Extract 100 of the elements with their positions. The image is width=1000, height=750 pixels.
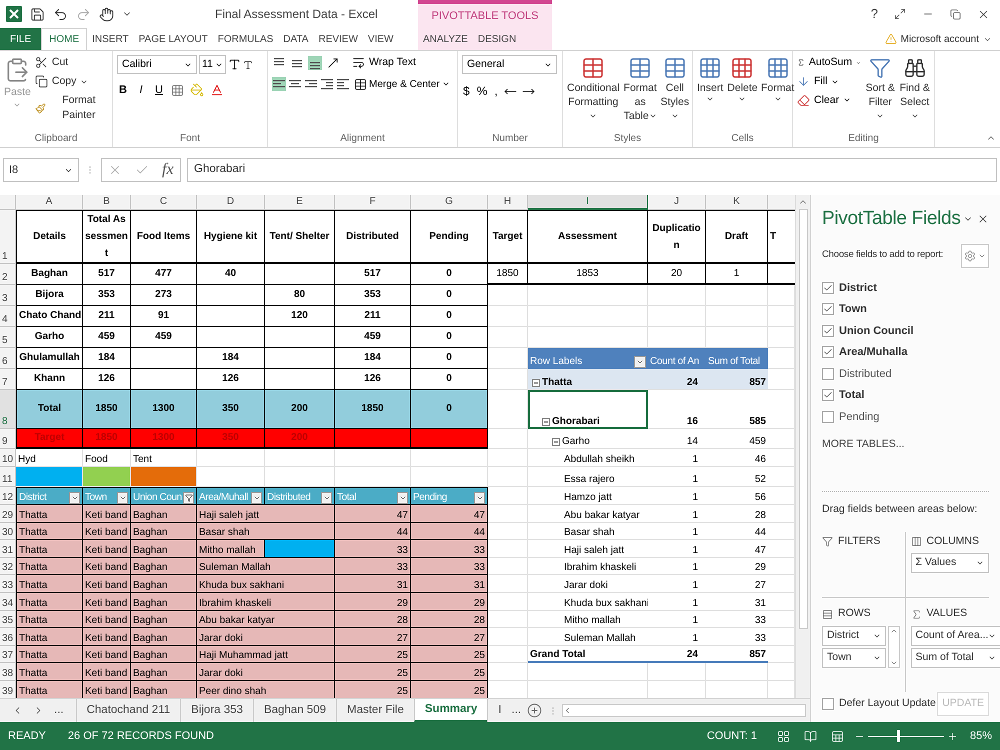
column-heading: Hygiene kit	[197, 210, 265, 264]
field-chip[interactable]: Σ Values	[910, 553, 989, 574]
ribbon-button[interactable]: Sort & Filter	[865, 55, 896, 123]
name-box[interactable]: I8	[3, 158, 79, 182]
field-label[interactable]: Total	[839, 387, 864, 404]
row-number[interactable]: 30	[0, 522, 16, 540]
row-number[interactable]: 11	[0, 467, 16, 487]
field-chip[interactable]: Count of Area...	[910, 626, 1000, 646]
number-format-field[interactable]: General	[462, 55, 557, 74]
column-letter[interactable]: G	[411, 195, 488, 210]
format-painter-button[interactable]: Format Painter	[34, 92, 108, 124]
row-number[interactable]: 2	[0, 264, 16, 285]
account-name[interactable]: Microsoft account	[900, 32, 979, 46]
table-cell: Thatta	[16, 663, 83, 681]
ribbon-tab[interactable]: VIEW	[362, 28, 398, 50]
ribbon-tab[interactable]: FORMULAS	[212, 28, 278, 50]
help-button[interactable]: ?	[870, 4, 878, 24]
cut-button[interactable]: Cut	[34, 55, 108, 71]
clear-button[interactable]: Clear	[797, 92, 861, 108]
autosum-button[interactable]: AutoSum	[797, 55, 861, 71]
ribbon-button[interactable]: Cell Styles	[660, 55, 689, 123]
number-style-button[interactable]: ,	[493, 82, 499, 100]
ribbon-button[interactable]: Delete	[727, 55, 758, 103]
field-chip[interactable]: Sum of Total	[910, 648, 1000, 668]
zoom-level[interactable]: 85%	[970, 728, 992, 744]
field-label[interactable]: Union Council	[839, 322, 914, 339]
field-label[interactable]: District	[839, 280, 877, 296]
copy-button[interactable]: Copy	[34, 74, 108, 90]
row-number[interactable]: 10	[0, 449, 16, 467]
ribbon-button[interactable]: Find & Select	[900, 55, 930, 123]
more-tables-link[interactable]: MORE TABLES...	[822, 437, 989, 453]
pivot-row-label: Haji saleh jatt	[564, 544, 624, 557]
column-letter[interactable]: I	[528, 195, 648, 210]
field-label[interactable]: Distributed	[839, 366, 892, 382]
table-cell: 0	[411, 390, 488, 429]
pivot-header: Count of An	[648, 348, 706, 369]
row-number[interactable]: 9	[0, 429, 16, 449]
row-number[interactable]: 39	[0, 680, 16, 698]
number-style-button[interactable]: $	[462, 82, 471, 100]
row-number[interactable]: 29	[0, 505, 16, 523]
more-sheets-button[interactable]: ...	[512, 699, 528, 722]
row-number[interactable]: 37	[0, 646, 16, 664]
column-letter[interactable]: K	[706, 195, 768, 210]
row-number[interactable]: 38	[0, 663, 16, 681]
row-number[interactable]: 35	[0, 610, 16, 628]
number-style-button[interactable]: %	[476, 82, 488, 100]
row-number[interactable]: 36	[0, 628, 16, 646]
ribbon-tab[interactable]: DATA	[278, 28, 314, 50]
field-chip[interactable]: District	[822, 626, 886, 646]
field-label[interactable]: Pending	[839, 408, 880, 425]
row-number[interactable]: 33	[0, 575, 16, 593]
column-letter[interactable]: J	[648, 195, 706, 210]
ribbon-tab[interactable]: FILE	[0, 28, 42, 50]
ribbon-tab[interactable]: ANALYZE	[418, 28, 473, 50]
underline-button[interactable]: U	[153, 82, 165, 98]
sheet-tab[interactable]: Summary	[414, 699, 488, 722]
ribbon-tab[interactable]: DESIGN	[472, 28, 522, 50]
insert-function-button[interactable]: fx	[162, 158, 174, 182]
ribbon-button[interactable]: Format as Table	[624, 55, 657, 123]
field-chip[interactable]: Town	[822, 648, 886, 668]
wrap-text-button[interactable]: Wrap Text	[352, 55, 416, 71]
row-number[interactable]: 4	[0, 306, 16, 327]
row-number[interactable]: 12	[0, 487, 16, 505]
pivot-row-label: Ibrahim khaskeli	[564, 562, 636, 574]
row-number[interactable]: 32	[0, 558, 16, 576]
table-cell: 0	[411, 348, 488, 369]
row-number[interactable]: 34	[0, 592, 16, 611]
column-letter[interactable]: D	[197, 195, 265, 210]
merge-center-button[interactable]: Merge & Center	[354, 76, 450, 92]
row-number[interactable]: 31	[0, 540, 16, 558]
fill-button[interactable]: Fill	[797, 74, 861, 90]
column-letter[interactable]: E	[265, 195, 335, 210]
row-number[interactable]: 1	[0, 210, 16, 264]
ribbon-tab[interactable]: PAGE LAYOUT	[134, 28, 213, 50]
bold-button[interactable]: B	[117, 82, 129, 98]
italic-button[interactable]: I	[135, 82, 147, 98]
font-size-field[interactable]: 11	[199, 55, 226, 74]
font-name-field[interactable]: Calibri	[117, 55, 197, 74]
field-label[interactable]: Town	[839, 301, 867, 318]
update-button: UPDATE	[937, 692, 989, 716]
ribbon-tab[interactable]: INSERT	[87, 28, 134, 50]
formula-field[interactable]: Ghorabari	[187, 158, 997, 182]
more-sheets-button[interactable]: ...	[54, 702, 64, 720]
row-number[interactable]: 7	[0, 369, 16, 390]
ribbon-tab[interactable]: REVIEW	[313, 28, 363, 50]
column-letter[interactable]: A	[16, 195, 83, 210]
column-letter[interactable]: F	[335, 195, 411, 210]
row-number[interactable]: 8	[0, 390, 16, 429]
field-label[interactable]: Area/Muhalla	[839, 344, 908, 360]
ribbon-button[interactable]: Insert	[697, 55, 724, 103]
defer-label[interactable]: Defer Layout Update	[839, 696, 936, 712]
row-number[interactable]: 6	[0, 348, 16, 369]
column-letter[interactable]: C	[131, 195, 197, 210]
row-number[interactable]: 5	[0, 327, 16, 348]
column-letter[interactable]: B	[83, 195, 131, 210]
row-number[interactable]: 3	[0, 285, 16, 306]
column-letter[interactable]: H	[488, 195, 528, 210]
ribbon-button[interactable]: Format	[762, 55, 794, 103]
ribbon-button[interactable]: Conditional Formatting	[567, 55, 620, 123]
ribbon-tab[interactable]: HOME	[41, 28, 88, 50]
